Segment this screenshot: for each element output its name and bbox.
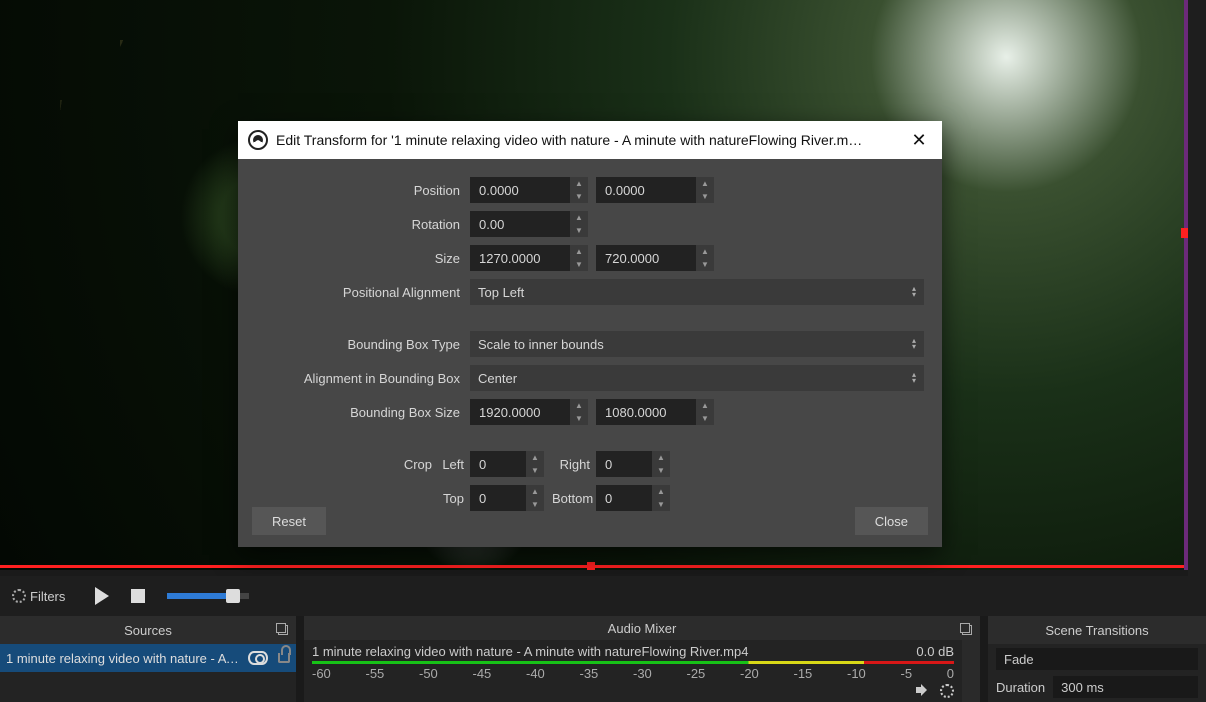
chevron-updown-icon: ▴▾ xyxy=(912,372,916,384)
source-item-name: 1 minute relaxing video with nature - A … xyxy=(6,651,242,666)
chevron-updown-icon: ▴▾ xyxy=(912,286,916,298)
mixer-track-name: 1 minute relaxing video with nature - A … xyxy=(312,644,916,659)
duration-label: Duration xyxy=(996,680,1045,695)
crop-right-input[interactable] xyxy=(596,451,652,477)
size-h-spinner[interactable] xyxy=(696,245,714,271)
mixer-header: Audio Mixer xyxy=(304,616,980,640)
label-crop-right: Right xyxy=(552,457,596,472)
chevron-updown-icon: ▴▾ xyxy=(912,338,916,350)
transitions-header: Scene Transitions xyxy=(988,616,1206,644)
transitions-title: Scene Transitions xyxy=(1045,623,1148,638)
popout-icon[interactable] xyxy=(276,623,290,637)
filters-button[interactable]: Filters xyxy=(4,585,73,608)
position-y-spinner[interactable] xyxy=(696,177,714,203)
audio-mixer-panel: Audio Mixer 1 minute relaxing video with… xyxy=(304,616,980,702)
popout-icon[interactable] xyxy=(960,623,974,637)
label-crop-left: Left xyxy=(442,457,470,472)
mixer-title: Audio Mixer xyxy=(608,621,677,636)
size-w-input[interactable] xyxy=(470,245,570,271)
positional-alignment-value: Top Left xyxy=(478,285,524,300)
label-position: Position xyxy=(254,183,470,198)
label-rotation: Rotation xyxy=(254,217,470,232)
edit-transform-dialog: Edit Transform for '1 minute relaxing vi… xyxy=(238,121,942,547)
lock-icon[interactable] xyxy=(278,653,290,663)
filters-label: Filters xyxy=(30,589,65,604)
mixer-level-db: 0.0 dB xyxy=(916,644,954,659)
label-bbox-size: Bounding Box Size xyxy=(254,405,470,420)
stop-icon xyxy=(131,589,145,603)
label-positional-alignment: Positional Alignment xyxy=(254,285,470,300)
bbox-h-input[interactable] xyxy=(596,399,696,425)
reset-button[interactable]: Reset xyxy=(252,507,326,535)
crop-right-spinner[interactable] xyxy=(652,451,670,477)
label-crop-top: Top xyxy=(442,491,470,506)
bbox-w-input[interactable] xyxy=(470,399,570,425)
bbox-h-spinner[interactable] xyxy=(696,399,714,425)
eye-icon[interactable] xyxy=(248,651,268,665)
bbox-w-spinner[interactable] xyxy=(570,399,588,425)
seek-thumb[interactable] xyxy=(226,589,240,603)
audio-meter xyxy=(312,661,954,664)
seek-fill xyxy=(167,593,231,599)
bbox-type-select[interactable]: Scale to inner bounds ▴▾ xyxy=(470,331,924,357)
transition-select[interactable]: Fade xyxy=(996,648,1198,670)
obs-icon xyxy=(248,130,268,150)
preview-control-bar: Filters xyxy=(0,576,1206,616)
align-in-bbox-value: Center xyxy=(478,371,517,386)
crop-left-input[interactable] xyxy=(470,451,526,477)
scene-transitions-panel: Scene Transitions Fade Duration 300 ms xyxy=(988,616,1206,702)
crop-left-spinner[interactable] xyxy=(526,451,544,477)
dialog-title: Edit Transform for '1 minute relaxing vi… xyxy=(276,132,896,148)
align-in-bbox-select[interactable]: Center ▴▾ xyxy=(470,365,924,391)
speaker-icon[interactable] xyxy=(916,684,930,696)
positional-alignment-select[interactable]: Top Left ▴▾ xyxy=(470,279,924,305)
label-crop-bottom: Bottom xyxy=(552,491,596,506)
play-icon xyxy=(95,587,109,605)
sources-header: Sources xyxy=(0,616,296,644)
stop-button[interactable] xyxy=(131,589,145,603)
duration-input[interactable]: 300 ms xyxy=(1053,676,1198,698)
source-item[interactable]: 1 minute relaxing video with nature - A … xyxy=(0,644,296,672)
position-x-input[interactable] xyxy=(470,177,570,203)
sources-title: Sources xyxy=(124,623,172,638)
label-bbox-type: Bounding Box Type xyxy=(254,337,470,352)
seek-slider[interactable] xyxy=(167,593,249,599)
size-w-spinner[interactable] xyxy=(570,245,588,271)
position-x-spinner[interactable] xyxy=(570,177,588,203)
rotation-input[interactable] xyxy=(470,211,570,237)
rotation-spinner[interactable] xyxy=(570,211,588,237)
label-crop: Crop xyxy=(254,457,442,472)
bbox-type-value: Scale to inner bounds xyxy=(478,337,604,352)
size-h-input[interactable] xyxy=(596,245,696,271)
gear-icon xyxy=(12,589,26,603)
transform-handle-bottom[interactable] xyxy=(587,562,595,570)
transition-value: Fade xyxy=(1004,652,1034,667)
audio-ticks: -60-55-50-45-40-35-30-25-20-15-10-50 xyxy=(312,666,954,681)
play-button[interactable] xyxy=(95,587,109,605)
dialog-titlebar[interactable]: Edit Transform for '1 minute relaxing vi… xyxy=(238,121,942,159)
label-align-in-bbox: Alignment in Bounding Box xyxy=(254,371,470,386)
close-icon[interactable]: ✕ xyxy=(896,121,942,159)
sources-panel: Sources 1 minute relaxing video with nat… xyxy=(0,616,296,702)
gear-icon[interactable] xyxy=(940,684,954,698)
duration-value: 300 ms xyxy=(1061,680,1104,695)
position-y-input[interactable] xyxy=(596,177,696,203)
label-size: Size xyxy=(254,251,470,266)
mixer-scrollbar[interactable] xyxy=(962,640,980,702)
close-button[interactable]: Close xyxy=(855,507,928,535)
